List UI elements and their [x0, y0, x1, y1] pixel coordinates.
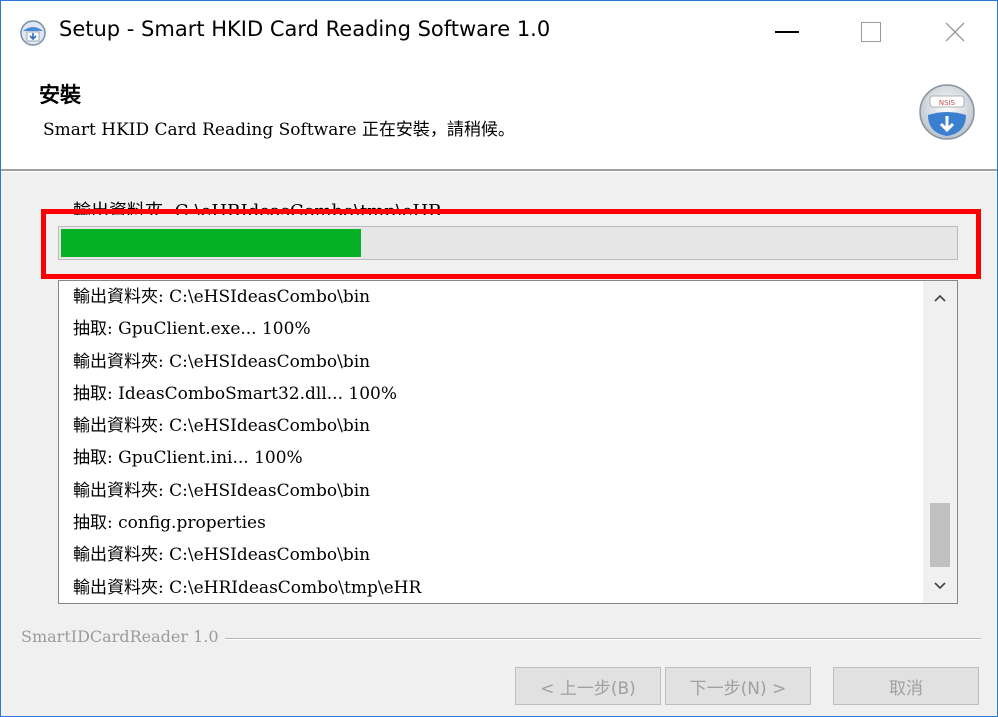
logo-text: NSIS	[939, 99, 956, 107]
log-item: 抽取: config.properties	[73, 513, 266, 534]
log-item: 輸出資料夾: C:\eHSIdeasCombo\bin	[73, 416, 371, 437]
installer-logo-icon: NSIS	[919, 84, 975, 140]
header-separator	[1, 169, 997, 172]
page-title: 安裝	[39, 83, 81, 107]
log-item: 輸出資料夾: C:\eHSIdeasCombo\bin	[73, 351, 371, 372]
log-item: 輸出資料夾: C:\eHRIdeasCombo\tmp\eHR	[73, 577, 422, 598]
back-button[interactable]: < 上一步(B)	[515, 667, 661, 705]
next-button[interactable]: 下一步(N) >	[665, 667, 811, 705]
title-bar[interactable]: Setup - Smart HKID Card Reading Software…	[1, 1, 997, 63]
log-scrollbar[interactable]	[923, 281, 957, 603]
log-item: 輸出資料夾: C:\eHSIdeasCombo\bin	[73, 545, 371, 566]
close-icon	[945, 22, 965, 42]
log-item: 輸出資料夾: C:\eHSIdeasCombo\bin	[73, 287, 371, 307]
minimize-icon	[775, 31, 799, 33]
cancel-button[interactable]: 取消	[833, 667, 979, 705]
scroll-down-button[interactable]	[923, 569, 957, 603]
minimize-button[interactable]	[745, 1, 829, 63]
progress-fill	[61, 229, 361, 257]
install-log-list[interactable]: 輸出資料夾: C:\eHSIdeasCombo\bin 抽取: GpuClient…	[58, 280, 958, 604]
page-subtitle: Smart HKID Card Reading Software 正在安裝，請稍…	[43, 120, 515, 140]
close-button[interactable]	[913, 1, 997, 63]
current-status-text: 輸出資料夾: C:\eHRIdeasCombo\tmp\eHR	[73, 201, 442, 215]
maximize-button[interactable]	[829, 1, 913, 63]
maximize-icon	[861, 22, 881, 42]
setup-window: Setup - Smart HKID Card Reading Software…	[0, 0, 998, 717]
installer-app-icon	[20, 20, 46, 46]
log-item: 抽取: IdeasComboSmart32.dll... 100%	[73, 383, 397, 404]
log-item: 抽取: GpuClient.ini... 100%	[73, 448, 303, 469]
window-title: Setup - Smart HKID Card Reading Software…	[59, 17, 551, 41]
chevron-down-icon	[934, 582, 946, 590]
chevron-up-icon	[934, 294, 946, 302]
page-header: 安裝 Smart HKID Card Reading Software 正在安裝…	[1, 63, 997, 169]
log-item: 抽取: GpuClient.exe... 100%	[73, 319, 311, 340]
install-progress-bar	[58, 226, 958, 260]
log-items: 輸出資料夾: C:\eHSIdeasCombo\bin 抽取: GpuClient…	[73, 281, 422, 603]
brand-label: SmartIDCardReader 1.0	[21, 627, 225, 646]
scroll-up-button[interactable]	[923, 281, 957, 315]
log-item: 輸出資料夾: C:\eHSIdeasCombo\bin	[73, 480, 371, 501]
scroll-thumb[interactable]	[930, 503, 950, 567]
